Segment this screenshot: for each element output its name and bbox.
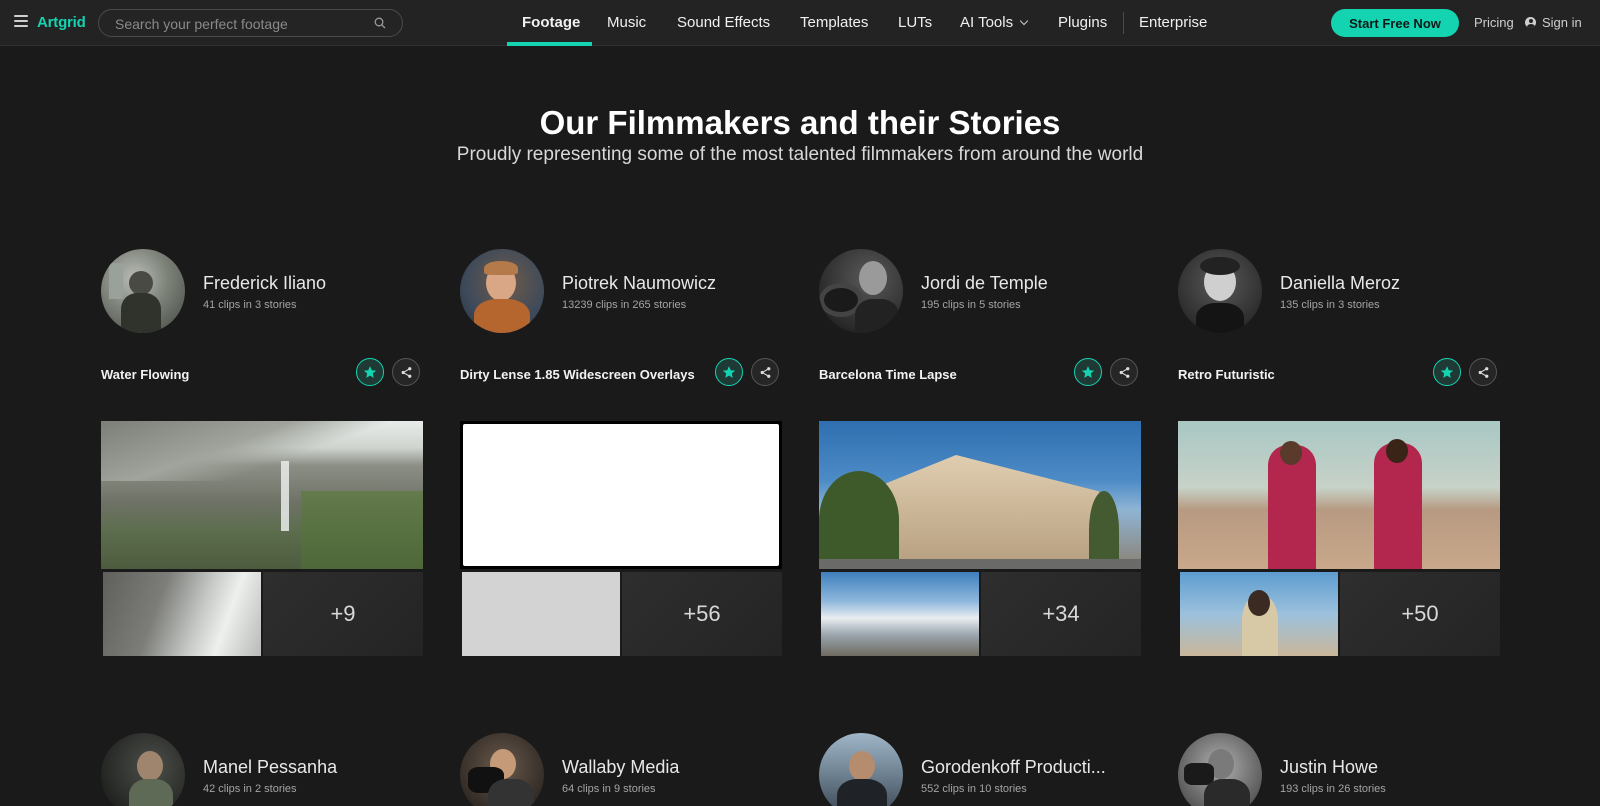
favorite-button[interactable] <box>715 358 743 386</box>
story-thumbnail[interactable] <box>821 572 979 656</box>
filmmaker-stats: 552 clips in 10 stories <box>921 783 1027 795</box>
story-thumbnail[interactable] <box>103 572 261 656</box>
story-main-thumbnail[interactable] <box>460 421 782 569</box>
nav-ai-tools-label: AI Tools <box>960 14 1014 31</box>
star-icon <box>722 366 736 378</box>
story-title[interactable]: Water Flowing <box>101 367 189 382</box>
user-icon <box>1525 17 1536 28</box>
favorite-button[interactable] <box>356 358 384 386</box>
story-title[interactable]: Retro Futuristic <box>1178 367 1275 382</box>
filmmaker-name[interactable]: Frederick Iliano <box>203 273 326 294</box>
more-clips-tile[interactable]: +9 <box>263 572 423 656</box>
avatar[interactable] <box>460 249 544 333</box>
nav-divider <box>1123 12 1124 34</box>
story-title[interactable]: Barcelona Time Lapse <box>819 367 957 382</box>
nav-enterprise[interactable]: Enterprise <box>1139 14 1207 31</box>
filmmaker-stats: 41 clips in 3 stories <box>203 299 297 311</box>
search-icon[interactable] <box>374 17 386 29</box>
star-icon <box>1440 366 1454 378</box>
artgrid-logo[interactable]: Artgrid <box>37 14 86 31</box>
signin-label: Sign in <box>1542 15 1582 30</box>
start-free-button[interactable]: Start Free Now <box>1331 9 1459 37</box>
filmmaker-name[interactable]: Gorodenkoff Producti... <box>921 757 1106 778</box>
nav-plugins[interactable]: Plugins <box>1058 14 1107 31</box>
filmmaker-stats: 193 clips in 26 stories <box>1280 783 1386 795</box>
filmmaker-stats: 13239 clips in 265 stories <box>562 299 687 311</box>
chevron-down-icon <box>1019 16 1029 26</box>
share-button[interactable] <box>392 358 420 386</box>
avatar[interactable] <box>460 733 544 806</box>
star-icon <box>1081 366 1095 378</box>
nav-ai-tools[interactable]: AI Tools <box>960 14 1029 31</box>
pricing-link[interactable]: Pricing <box>1474 15 1514 30</box>
search-input[interactable] <box>115 16 365 32</box>
story-main-thumbnail[interactable] <box>101 421 423 569</box>
favorite-button[interactable] <box>1074 358 1102 386</box>
nav-templates[interactable]: Templates <box>800 14 868 31</box>
share-icon <box>1478 366 1488 378</box>
share-button[interactable] <box>1469 358 1497 386</box>
nav-sound-effects[interactable]: Sound Effects <box>677 14 770 31</box>
nav-music[interactable]: Music <box>607 14 646 31</box>
story-title[interactable]: Dirty Lense 1.85 Widescreen Overlays <box>460 367 695 382</box>
filmmaker-name[interactable]: Daniella Meroz <box>1280 273 1400 294</box>
share-icon <box>401 366 411 378</box>
filmmaker-stats: 42 clips in 2 stories <box>203 783 297 795</box>
top-navbar: Artgrid Footage Music Sound Effects Temp… <box>0 0 1600 46</box>
avatar[interactable] <box>1178 733 1262 806</box>
share-button[interactable] <box>751 358 779 386</box>
favorite-button[interactable] <box>1433 358 1461 386</box>
star-icon <box>363 366 377 378</box>
filmmaker-name[interactable]: Wallaby Media <box>562 757 679 778</box>
share-button[interactable] <box>1110 358 1138 386</box>
filmmaker-stats: 64 clips in 9 stories <box>562 783 656 795</box>
filmmaker-name[interactable]: Justin Howe <box>1280 757 1378 778</box>
more-clips-tile[interactable]: +50 <box>1340 572 1500 656</box>
avatar[interactable] <box>1178 249 1262 333</box>
nav-luts[interactable]: LUTs <box>898 14 932 31</box>
filmmaker-name[interactable]: Manel Pessanha <box>203 757 337 778</box>
story-main-thumbnail[interactable] <box>1178 421 1500 569</box>
page-title: Our Filmmakers and their Stories <box>539 104 1061 141</box>
page-subtitle: Proudly representing some of the most ta… <box>456 144 1144 165</box>
share-icon <box>1119 366 1129 378</box>
story-main-thumbnail[interactable] <box>819 421 1141 569</box>
story-thumbnail[interactable] <box>1180 572 1338 656</box>
active-tab-indicator <box>507 42 592 46</box>
search-bar[interactable] <box>98 9 403 37</box>
filmmaker-stats: 135 clips in 3 stories <box>1280 299 1380 311</box>
more-clips-tile[interactable]: +56 <box>622 572 782 656</box>
nav-footage[interactable]: Footage <box>522 14 580 31</box>
signin-link[interactable]: Sign in <box>1525 15 1582 30</box>
filmmaker-name[interactable]: Piotrek Naumowicz <box>562 273 716 294</box>
avatar[interactable] <box>101 733 185 806</box>
avatar[interactable] <box>819 249 903 333</box>
more-clips-tile[interactable]: +34 <box>981 572 1141 656</box>
story-thumbnail[interactable] <box>462 572 620 656</box>
avatar[interactable] <box>101 249 185 333</box>
filmmaker-stats: 195 clips in 5 stories <box>921 299 1021 311</box>
hamburger-menu-icon[interactable] <box>14 15 28 27</box>
filmmaker-name[interactable]: Jordi de Temple <box>921 273 1048 294</box>
share-icon <box>760 366 770 378</box>
avatar[interactable] <box>819 733 903 806</box>
